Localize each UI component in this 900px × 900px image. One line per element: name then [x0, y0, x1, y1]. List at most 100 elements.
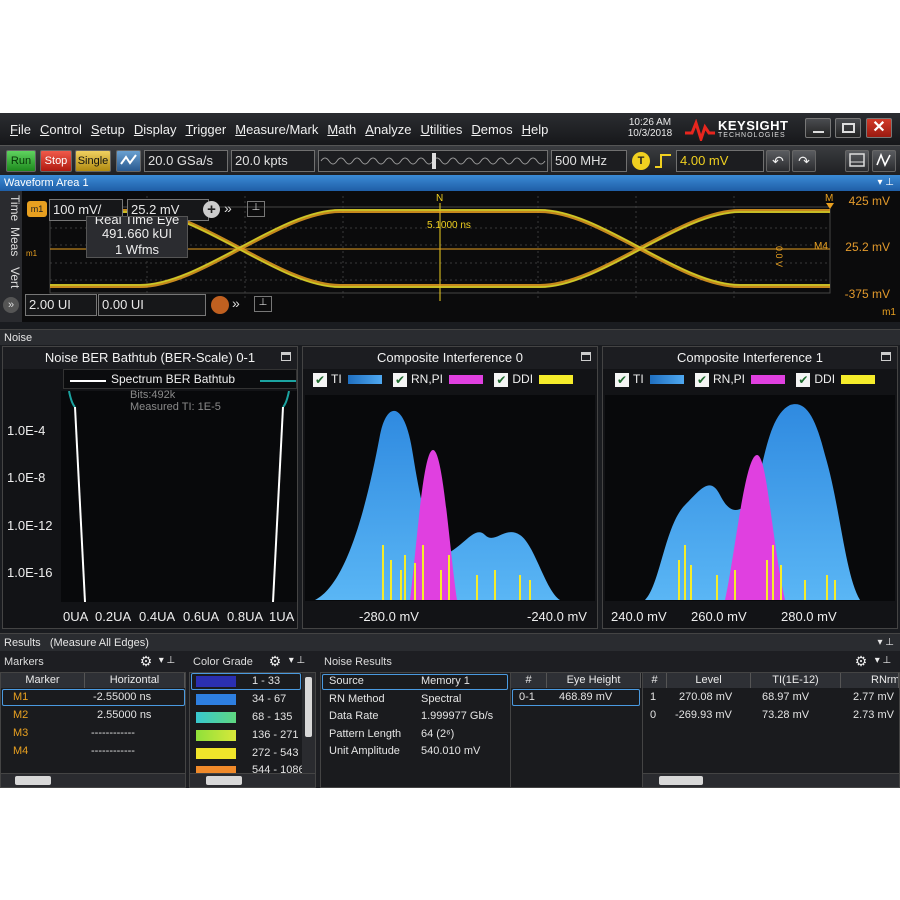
menu-display[interactable]: Display: [134, 122, 177, 137]
scrollbar-thumb[interactable]: [206, 776, 242, 785]
ui-scale-field[interactable]: 2.00 UI: [25, 294, 97, 316]
markers-scrollbar[interactable]: [1, 773, 185, 787]
undo-button[interactable]: ↶: [766, 150, 790, 172]
col-horizontal: Horizontal: [85, 673, 185, 688]
bathtub-legend-label: Spectrum BER Bathtub: [111, 372, 236, 386]
undock-button[interactable]: ⊥: [247, 201, 265, 217]
pin-icon[interactable]: ▾ ⊥: [288, 653, 306, 669]
redo-button[interactable]: ↷: [792, 150, 816, 172]
brand-logo: KEYSIGHT TECHNOLOGIES: [684, 117, 800, 141]
expand-tabs-button[interactable]: »: [3, 297, 19, 313]
marker-value[interactable]: -2.55000 ns: [93, 689, 151, 706]
menu-help[interactable]: Help: [522, 122, 549, 137]
bandwidth-field[interactable]: 500 MHz: [551, 150, 627, 172]
timebase-navigator[interactable]: [318, 150, 548, 172]
menu-analyze[interactable]: Analyze: [365, 122, 411, 137]
marker-name[interactable]: M4: [13, 743, 28, 760]
ti-checkbox[interactable]: ✔: [313, 372, 327, 387]
minimize-button[interactable]: [805, 118, 831, 138]
ddi-checkbox[interactable]: ✔: [796, 372, 811, 387]
eye-height-value[interactable]: 468.89 mV: [559, 689, 612, 706]
col-marker: Marker: [1, 673, 85, 688]
marker-name[interactable]: M1: [13, 689, 28, 706]
menu-file[interactable]: File: [10, 122, 31, 137]
gear-icon[interactable]: ⚙: [137, 653, 155, 669]
eye-info-tooltip: Real Time Eye 491.660 kUI 1 Wfms: [86, 216, 188, 258]
grade-range: 1 - 33: [252, 675, 281, 687]
marker-value[interactable]: ------------: [91, 725, 135, 742]
gear-icon[interactable]: ⚙: [266, 653, 284, 669]
maximize-panel-icon[interactable]: [581, 352, 591, 361]
menu-demos[interactable]: Demos: [471, 122, 512, 137]
timebase-wave-icon: [320, 153, 546, 169]
pin-icon[interactable]: ▾ ⊥: [877, 175, 894, 191]
clock-date: 10/3/2018: [627, 128, 673, 139]
maximize-panel-icon[interactable]: [881, 352, 891, 361]
single-button[interactable]: Single: [75, 150, 111, 172]
ui-offset-field[interactable]: 0.00 UI: [98, 294, 206, 316]
color-grade-vscroll[interactable]: [302, 673, 315, 773]
math-channel-badge[interactable]: m1: [27, 201, 47, 217]
rnpi-checkbox[interactable]: ✔: [695, 372, 710, 387]
pin-icon[interactable]: ▾ ⊥: [158, 653, 176, 669]
stop-button[interactable]: Stop: [40, 150, 72, 172]
scrollbar-thumb[interactable]: [659, 776, 703, 785]
x-tick: -240.0 mV: [527, 609, 587, 624]
tab-time[interactable]: Time: [0, 195, 22, 221]
trigger-badge[interactable]: T: [632, 152, 650, 170]
legend-line-icon: [70, 380, 106, 382]
rnpi-checkbox[interactable]: ✔: [393, 372, 408, 387]
horizontal-knob-icon[interactable]: [211, 296, 229, 314]
marker-name[interactable]: M2: [13, 707, 28, 724]
color-grade-scrollbar[interactable]: [190, 773, 315, 787]
scrollbar-thumb[interactable]: [15, 776, 51, 785]
trigger-level-field[interactable]: 4.00 mV: [676, 150, 764, 172]
sample-rate-field[interactable]: 20.0 GSa/s: [144, 150, 228, 172]
add-button[interactable]: +: [203, 201, 220, 218]
legend-ddi: DDI: [512, 372, 534, 386]
marker-name[interactable]: M3: [13, 725, 28, 742]
waveform-area[interactable]: Time Meas Vert » m1 100 mV/ 25.2 mV + » …: [0, 191, 900, 322]
gear-icon[interactable]: ⚙: [852, 653, 870, 669]
menu-math[interactable]: Math: [327, 122, 356, 137]
x-tick: 280.0 mV: [781, 609, 837, 624]
marker-value[interactable]: ------------: [91, 743, 135, 760]
x-tick: 1UA: [269, 609, 295, 624]
tab-meas[interactable]: Meas: [0, 227, 22, 256]
column-divider: [642, 673, 643, 788]
trigger-edge-icon[interactable]: [653, 151, 673, 171]
undock-button[interactable]: ⊥: [254, 296, 272, 312]
y-tick: 1.0E-8: [7, 470, 46, 485]
x-tick: 0.4UA: [139, 609, 176, 624]
chevron-right-icon[interactable]: »: [232, 295, 240, 311]
menu-control[interactable]: Control: [40, 122, 82, 137]
menu-measure-mark[interactable]: Measure/Mark: [235, 122, 318, 137]
ti-checkbox[interactable]: ✔: [615, 372, 629, 387]
marker-value[interactable]: 2.55000 ns: [97, 707, 151, 724]
pin-icon[interactable]: ▾ ⊥: [874, 653, 892, 669]
x-tick: 0UA: [63, 609, 89, 624]
autoscale-button[interactable]: [116, 150, 141, 172]
memory-depth-field[interactable]: 20.0 kpts: [231, 150, 315, 172]
maximize-panel-icon[interactable]: [281, 352, 291, 361]
ddi-checkbox[interactable]: ✔: [494, 372, 509, 387]
param-value: 1.999977 Gb/s: [421, 710, 494, 722]
keysight-wave-icon: [685, 119, 715, 141]
menu-bar: File Control Setup Display Trigger Measu…: [0, 113, 900, 145]
chevron-right-icon[interactable]: »: [224, 200, 232, 216]
menu-trigger[interactable]: Trigger: [186, 122, 227, 137]
bathtub-bits: Bits:492k: [130, 389, 176, 401]
eye-index[interactable]: 0-1: [519, 689, 535, 706]
tab-vert[interactable]: Vert: [0, 267, 22, 288]
layout-button[interactable]: [845, 150, 869, 172]
menu-setup[interactable]: Setup: [91, 122, 125, 137]
levels-scrollbar[interactable]: [643, 773, 899, 787]
pin-icon[interactable]: ▾ ⊥: [877, 634, 894, 652]
touch-button[interactable]: [872, 150, 896, 172]
run-button[interactable]: Run: [6, 150, 36, 172]
menu-utilities[interactable]: Utilities: [421, 122, 463, 137]
noise-results-table: Source Memory 1 RN Method Spectral Data …: [320, 672, 900, 788]
close-button[interactable]: ✕: [866, 118, 892, 138]
scrollbar-thumb[interactable]: [305, 677, 312, 737]
maximize-button[interactable]: [835, 118, 861, 138]
